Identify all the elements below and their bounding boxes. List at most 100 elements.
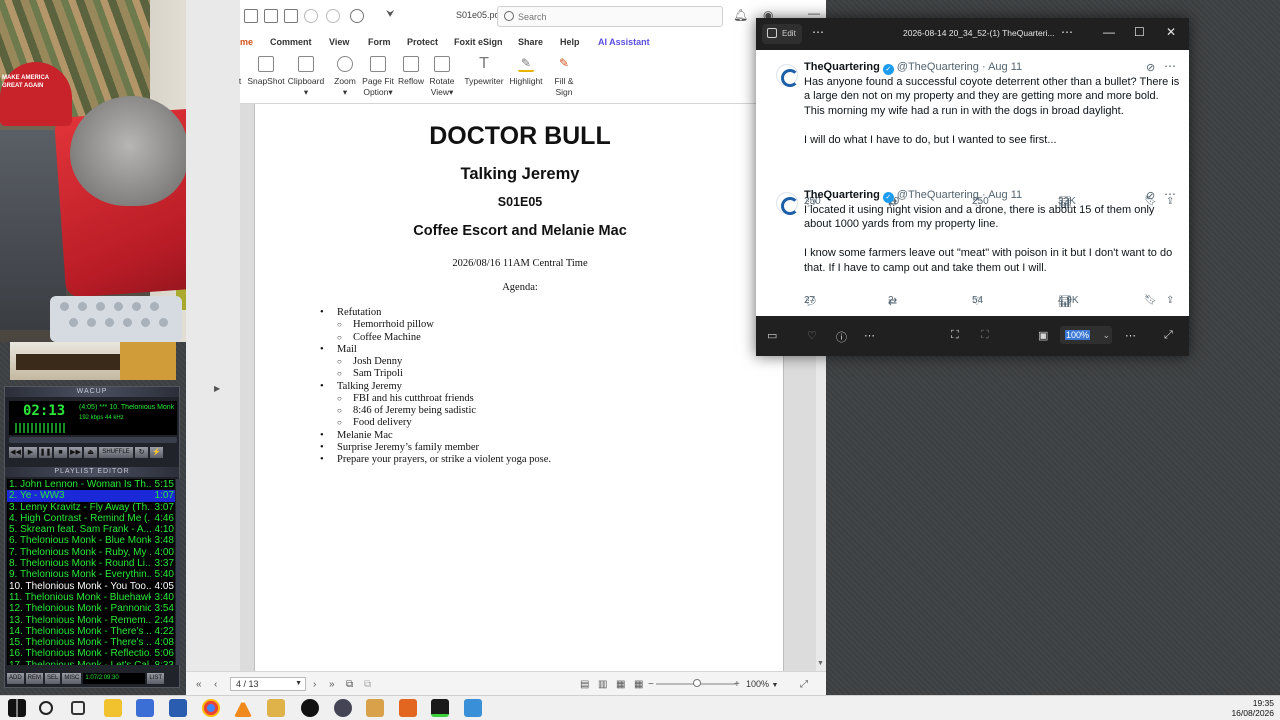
last-page-icon[interactable]: » <box>329 679 335 690</box>
viewer-more-options-icon[interactable]: ⋯ <box>812 25 824 39</box>
taskbar-search-icon[interactable] <box>39 701 53 715</box>
undo-icon[interactable] <box>304 9 318 23</box>
playlist-sel-button[interactable]: SEL <box>45 673 61 684</box>
foxit-taskbar-icon[interactable] <box>169 699 187 717</box>
playlist-item[interactable]: 10. Thelonious Monk - You Too... 4:05 <box>7 581 175 592</box>
playlist-item[interactable]: 15. Thelonious Monk - There's ... 4:08 <box>7 637 175 648</box>
pdf-page[interactable]: DOCTOR BULL Talking Jeremy S01E05 Coffee… <box>254 104 784 671</box>
viewer-minimize-button[interactable]: — <box>1103 25 1115 39</box>
copy-icon[interactable] <box>284 9 298 23</box>
viewer-bottom-more-icon[interactable]: ⋯ <box>1125 329 1136 342</box>
playlist-item[interactable]: 14. Thelonious Monk - There's ... 4:22 <box>7 626 175 637</box>
menu-comment[interactable]: Comment <box>270 37 312 47</box>
menu-home[interactable]: me <box>240 37 253 47</box>
viewer-maximize-button[interactable]: ☐ <box>1134 25 1145 39</box>
repeat-button[interactable]: ↻ <box>135 447 148 458</box>
edit-button[interactable]: Edit <box>762 24 802 44</box>
zoom-dropdown-icon[interactable]: ▼ <box>772 682 779 689</box>
playlist-item[interactable]: 16. Thelonious Monk - Reflectio... 5:06 <box>7 648 175 659</box>
playlist-item[interactable]: 8. Thelonious Monk - Round Li... 3:37 <box>7 558 175 569</box>
playlist-item[interactable]: 17. Thelonious Monk - Let's Cal...8:33 <box>7 660 175 665</box>
zoom-level[interactable]: 100% ▼ <box>746 677 798 691</box>
pause-button[interactable]: ❚❚ <box>39 447 52 458</box>
chrome-icon[interactable] <box>202 699 220 717</box>
scroll-down-icon[interactable]: ▼ <box>817 660 824 667</box>
filmstrip-icon[interactable]: ▭ <box>767 329 777 342</box>
more-actions-icon[interactable]: ⋯ <box>864 329 875 342</box>
playlist-item[interactable]: 4. High Contrast - Remind Me (... 4:46 <box>7 513 175 524</box>
obs-icon[interactable] <box>334 699 352 717</box>
print-icon[interactable] <box>264 9 278 23</box>
fill-sign-button[interactable]: ✎ Fill & Sign <box>552 56 576 98</box>
viewer-zoom-field[interactable]: 100% ⌄ <box>1060 326 1112 344</box>
menu-ai-assistant[interactable]: AI Assistant <box>598 37 650 47</box>
shuffle-button[interactable]: SHUFFLE <box>99 447 133 458</box>
viewer-title-more-icon[interactable]: ⋯ <box>1061 25 1073 39</box>
app-icon[interactable] <box>136 699 154 717</box>
page-number-field[interactable]: 4 / 13 ▼ <box>230 677 306 691</box>
playlist-item[interactable]: 9. Thelonious Monk - Everythin... 5:40 <box>7 569 175 580</box>
select-icon[interactable]: ⛶ <box>981 329 989 342</box>
hand-tool-icon[interactable] <box>350 9 364 23</box>
fit-view-icon[interactable]: ▣ <box>1038 329 1048 342</box>
menu-view[interactable]: View <box>329 37 349 47</box>
redo-icon[interactable] <box>326 9 340 23</box>
bookmark-dropdown-icon[interactable]: ⮟ <box>386 9 400 23</box>
clipboard-button[interactable]: Clipboard ▾ <box>287 56 325 98</box>
zoom-in-icon[interactable]: + <box>734 679 740 690</box>
info-icon[interactable]: ⓘ <box>836 329 847 345</box>
taskbar-clock[interactable]: 19:35 16/08/2026 <box>1218 698 1274 718</box>
playlist-item[interactable]: 11. Thelonious Monk - Bluehawk 3:40 <box>7 592 175 603</box>
zoom-slider[interactable] <box>656 679 736 687</box>
task-view-icon[interactable] <box>71 701 85 715</box>
reflow-button[interactable]: Reflow <box>397 56 425 87</box>
playlist-scrollbar[interactable] <box>176 479 180 665</box>
paste-view-icon[interactable]: ⧉ <box>364 679 371 690</box>
winamp-player[interactable]: WACUP 02:13 (4:05) *** 10. Thelonious Mo… <box>4 386 180 688</box>
file-explorer-icon[interactable] <box>104 699 122 717</box>
playlist-misc-button[interactable]: MISC <box>62 673 82 684</box>
app-icon[interactable] <box>399 699 417 717</box>
menu-form[interactable]: Form <box>368 37 391 47</box>
save-icon[interactable] <box>244 9 258 23</box>
app-icon[interactable] <box>301 699 319 717</box>
fullscreen-icon[interactable]: ⤢ <box>800 679 808 690</box>
playlist-item[interactable]: 3. Lenny Kravitz - Fly Away (Th... 3:07 <box>7 502 175 513</box>
prev-button[interactable]: ◀◀ <box>9 447 22 458</box>
zoom-out-icon[interactable]: − <box>648 679 654 690</box>
winamp-time[interactable]: 02:13 <box>23 403 65 419</box>
copy-view-icon[interactable]: ⧉ <box>346 679 353 690</box>
playlist-item[interactable]: 12. Thelonious Monk - Pannonica 3:54 <box>7 603 175 614</box>
menu-help[interactable]: Help <box>560 37 580 47</box>
menu-foxit-esign[interactable]: Foxit eSign <box>454 37 503 47</box>
continuous-facing-icon[interactable]: ▦ <box>634 679 643 690</box>
zoom-chevron-icon[interactable]: ⌄ <box>1103 330 1111 340</box>
winamp-visualizer[interactable] <box>15 423 65 433</box>
panel-expand-icon[interactable]: ▶ <box>214 384 220 393</box>
playlist-item[interactable]: 13. Thelonious Monk - Remem... 2:44 <box>7 615 175 626</box>
first-page-icon[interactable]: « <box>196 679 202 690</box>
ribbon-partial-tool[interactable]: t <box>236 56 244 87</box>
app-icon[interactable] <box>366 699 384 717</box>
video-thumbnail[interactable] <box>10 342 176 380</box>
vlc-icon[interactable] <box>234 699 252 717</box>
favorite-icon[interactable]: ♡ <box>807 329 817 342</box>
playlist-titlebar[interactable]: PLAYLIST EDITOR <box>5 467 179 477</box>
stop-button[interactable]: ■ <box>54 447 67 458</box>
page-dropdown-icon[interactable]: ▼ <box>295 678 302 690</box>
viewer-close-button[interactable]: ✕ <box>1166 25 1176 39</box>
prev-page-icon[interactable]: ‹ <box>214 679 217 690</box>
snapshot-button[interactable]: SnapShot <box>245 56 287 87</box>
menu-protect[interactable]: Protect <box>407 37 438 47</box>
expand-icon[interactable]: ⤢ <box>1164 329 1173 342</box>
search-input[interactable] <box>518 9 718 25</box>
winamp-seek-bar[interactable] <box>9 437 177 443</box>
playlist-item[interactable]: 1. John Lennon - Woman Is Th... 5:15 <box>7 479 175 490</box>
zoom-button[interactable]: Zoom ▾ <box>333 56 357 98</box>
playlist[interactable]: 1. John Lennon - Woman Is Th... 5:15 2. Ye… <box>7 479 175 665</box>
bell-icon[interactable]: 🔔︎ <box>733 8 748 22</box>
next-page-icon[interactable]: › <box>313 679 316 690</box>
search-box[interactable] <box>497 6 723 27</box>
winamp-titlebar[interactable]: WACUP <box>5 387 179 397</box>
next-button[interactable]: ▶▶ <box>69 447 82 458</box>
